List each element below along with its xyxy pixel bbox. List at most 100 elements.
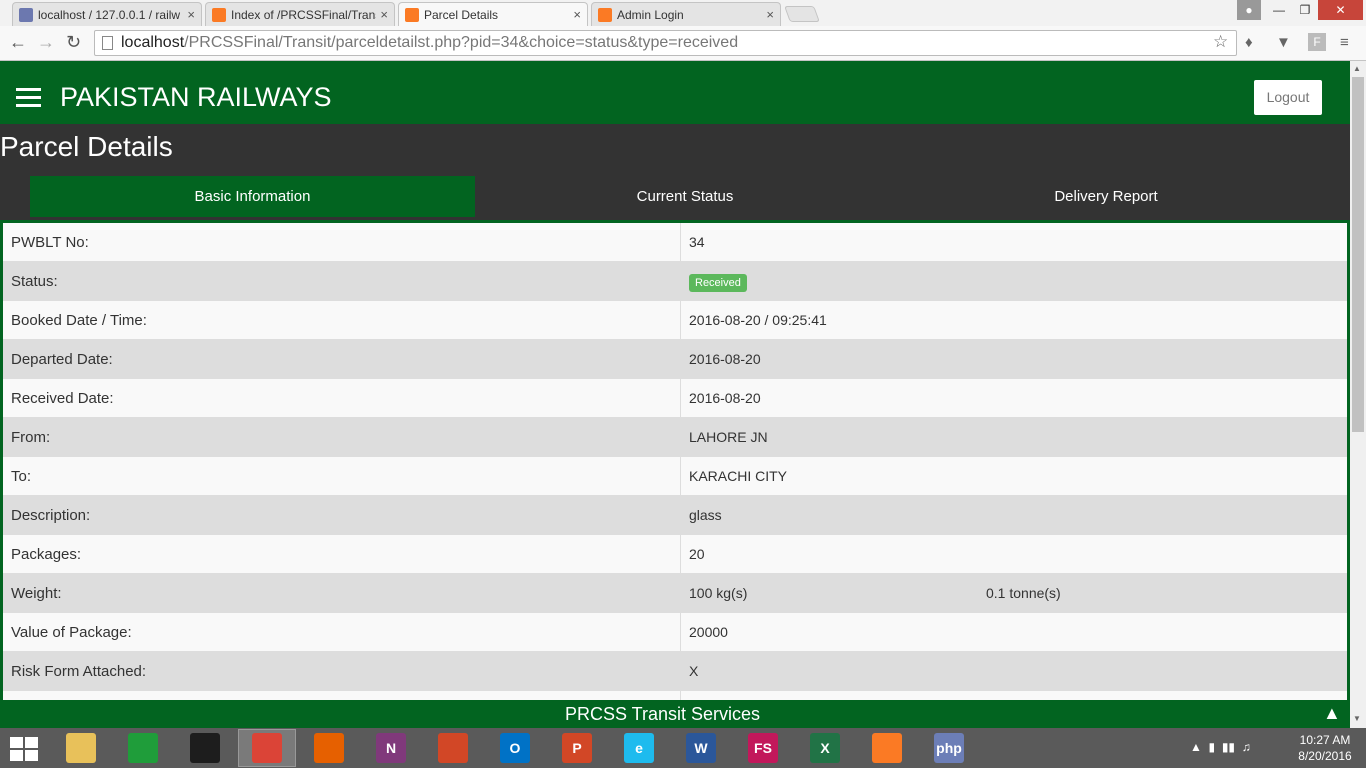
- table-row: Departed Date: 2016-08-20: [3, 340, 1347, 379]
- status-cell: Received: [689, 262, 747, 300]
- menu-icon[interactable]: ≡: [1340, 34, 1349, 51]
- browser-tab-strip: localhost / 127.0.0.1 / railw × Index of…: [0, 0, 1366, 26]
- taskbar-button[interactable]: N: [362, 729, 420, 767]
- minimize-icon[interactable]: —: [1266, 0, 1292, 20]
- tab-title: Parcel Details: [424, 7, 499, 22]
- field-value: 20: [689, 546, 705, 562]
- xampp-icon: [598, 7, 612, 22]
- hamburger-menu-icon[interactable]: [16, 88, 41, 112]
- close-tab-icon[interactable]: ×: [187, 7, 195, 22]
- extension-f-icon[interactable]: F: [1308, 33, 1326, 51]
- shield-extension-icon[interactable]: ▼: [1276, 34, 1291, 51]
- field-value: 2016-08-20: [689, 351, 761, 367]
- forward-icon[interactable]: →: [37, 32, 55, 53]
- scroll-to-top-icon[interactable]: ▲: [1323, 703, 1341, 724]
- taskbar-button[interactable]: X: [796, 729, 854, 767]
- table-row: Status: Received: [3, 262, 1347, 301]
- close-tab-icon[interactable]: ×: [766, 7, 774, 22]
- tab-title: Admin Login: [617, 7, 684, 22]
- field-label: Status:: [11, 273, 58, 290]
- taskbar-button[interactable]: [424, 729, 482, 767]
- tab-delivery-report[interactable]: Delivery Report: [895, 176, 1317, 217]
- windows-start-icon[interactable]: [10, 737, 40, 761]
- reload-icon[interactable]: ↻: [66, 32, 81, 53]
- taskbar-button[interactable]: [858, 729, 916, 767]
- field-label: Booked Date / Time:: [11, 312, 147, 329]
- field-value: 2016-08-20: [689, 390, 761, 406]
- footer-text: PRCSS Transit Services: [564, 704, 761, 724]
- taskbar-button[interactable]: e: [610, 729, 668, 767]
- taskbar-button[interactable]: [114, 729, 172, 767]
- tab-basic-information[interactable]: Basic Information: [30, 176, 475, 217]
- field-label: Risk Form Attached:: [11, 663, 147, 680]
- table-row: To: KARACHI CITY: [3, 457, 1347, 496]
- page-footer: PRCSS Transit Services ▲: [0, 700, 1350, 728]
- file-explorer-icon: [66, 733, 96, 763]
- field-value: X: [689, 663, 699, 679]
- windows-taskbar: N O Pe W FS Xphp ▲ ▮ ▮▮ ♫ 10:27 AM 8/20/2016: [0, 728, 1366, 768]
- taskbar-button[interactable]: W: [672, 729, 730, 767]
- field-label: Packages:: [11, 546, 82, 563]
- clock[interactable]: 10:27 AM 8/20/2016: [1290, 732, 1360, 764]
- word-icon: W: [686, 733, 716, 763]
- table-row: PWBLT No: 34: [3, 223, 1347, 262]
- logout-button[interactable]: Logout: [1254, 80, 1322, 115]
- table-row: Booked Date / Time: 2016-08-20 / 09:25:4…: [3, 301, 1347, 340]
- xampp-icon: [872, 733, 902, 763]
- taskbar-button[interactable]: [300, 729, 358, 767]
- parcel-details-table: PWBLT No: 34 Status: Received Booked Dat…: [0, 220, 1350, 700]
- field-value: 2016-08-20 / 09:25:41: [689, 312, 827, 328]
- back-icon[interactable]: ←: [9, 32, 27, 53]
- field-value-secondary: 0.1 tonne(s): [986, 585, 1061, 601]
- app-header: PAKISTAN RAILWAYS Logout: [0, 61, 1350, 124]
- url-host: localhost: [121, 34, 185, 51]
- url-path: /PRCSSFinal/Transit/parceldetailst.php?p…: [184, 34, 739, 51]
- field-value: KARACHI CITY: [689, 468, 788, 484]
- chrome-icon: [252, 733, 282, 763]
- cmd-icon: [190, 733, 220, 763]
- taskbar-button[interactable]: [238, 729, 296, 767]
- browser-tab-parcel-details[interactable]: Parcel Details ×: [398, 2, 588, 26]
- clock-date: 8/20/2016: [1298, 749, 1352, 763]
- table-row: Received Date: 2016-08-20: [3, 379, 1347, 418]
- table-row: Value of Package: 20000: [3, 613, 1347, 652]
- field-value: 34: [689, 234, 705, 250]
- taskbar-button[interactable]: php: [920, 729, 978, 767]
- scroll-down-arrow-icon[interactable]: ▼: [1353, 714, 1361, 723]
- new-tab-button[interactable]: [784, 6, 820, 22]
- bookmark-star-icon[interactable]: ☆: [1213, 32, 1228, 52]
- field-value: 20000: [689, 624, 728, 640]
- page-icon: [102, 36, 113, 50]
- field-value: 100 kg(s): [689, 585, 748, 601]
- close-tab-icon[interactable]: ×: [380, 7, 388, 22]
- browser-tab-phpmyadmin[interactable]: localhost / 127.0.0.1 / railw ×: [12, 2, 202, 26]
- user-profile-icon[interactable]: ●: [1237, 0, 1261, 20]
- taskbar-button[interactable]: P: [548, 729, 606, 767]
- scroll-up-arrow-icon[interactable]: ▲: [1353, 64, 1361, 73]
- scroll-thumb[interactable]: [1352, 77, 1364, 432]
- onenote-icon: N: [376, 733, 406, 763]
- close-window-icon[interactable]: ✕: [1318, 0, 1363, 20]
- address-bar[interactable]: localhost/PRCSSFinal/Transit/parceldetai…: [94, 30, 1237, 56]
- php-icon: php: [934, 733, 964, 763]
- restore-icon[interactable]: ❐: [1292, 0, 1318, 20]
- extension-puzzle-icon[interactable]: ♦: [1245, 34, 1253, 51]
- tab-title: localhost / 127.0.0.1 / railw: [38, 7, 181, 22]
- taskbar-button[interactable]: FS: [734, 729, 792, 767]
- taskbar-button[interactable]: [52, 729, 110, 767]
- clock-time: 10:27 AM: [1299, 733, 1351, 747]
- browser-tab-index[interactable]: Index of /PRCSSFinal/Trans ×: [205, 2, 395, 26]
- taskbar-button[interactable]: O: [486, 729, 544, 767]
- page-scrollbar[interactable]: ▲ ▼: [1350, 61, 1366, 728]
- browser-toolbar: ← → ↻ localhost/PRCSSFinal/Transit/parce…: [0, 26, 1366, 61]
- browser-tab-admin-login[interactable]: Admin Login ×: [591, 2, 781, 26]
- table-row: From: LAHORE JN: [3, 418, 1347, 457]
- xampp-icon: [212, 7, 226, 22]
- taskbar-button[interactable]: [176, 729, 234, 767]
- field-label: Departed Date:: [11, 351, 113, 368]
- powerpoint-icon: P: [562, 733, 592, 763]
- close-tab-icon[interactable]: ×: [573, 7, 581, 22]
- table-row: Packages: 20: [3, 535, 1347, 574]
- tab-current-status[interactable]: Current Status: [475, 176, 895, 217]
- system-tray[interactable]: ▲ ▮ ▮▮ ♫: [1190, 740, 1251, 754]
